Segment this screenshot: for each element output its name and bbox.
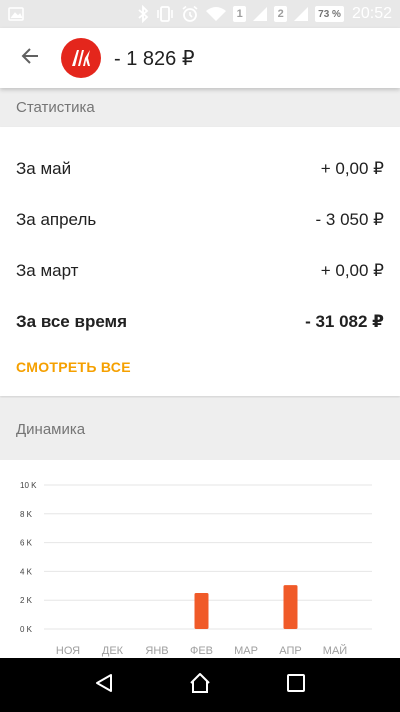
x-tick-label: АПР [279, 645, 301, 657]
x-tick-label: ФЕВ [190, 645, 213, 657]
arrow-left-icon [20, 46, 40, 71]
y-tick-label: 10 K [20, 481, 37, 490]
chart-bar [194, 593, 209, 629]
balance-amount: - 1 826 ₽ [114, 47, 195, 70]
system-nav-bar [0, 658, 400, 712]
dynamics-section-title: Динамика [16, 420, 86, 438]
stat-row-april: За апрель - 3 050 ₽ [16, 205, 384, 235]
stat-label: За март [16, 261, 79, 280]
y-tick-label: 6 K [20, 539, 33, 548]
view-all-button[interactable]: СМОТРЕТЬ ВСЕ [16, 359, 131, 375]
stat-row-may: За май + 0,00 ₽ [16, 154, 384, 184]
stats-section-title: Статистика [16, 98, 95, 116]
dynamics-chart: 0 K 2 K 4 K 6 K 8 K 10 K НОЯ ДЕК ЯНВ ФЕВ МАР АПР МАЙ [20, 481, 372, 657]
stat-value: - 3 050 ₽ [315, 210, 384, 229]
back-button[interactable] [0, 28, 60, 88]
sim2-badge: 2 [274, 6, 288, 22]
status-bar: 1 2 73 % 20:52 [0, 0, 400, 28]
stat-value: - 31 082 ₽ [305, 312, 384, 331]
home-icon [188, 671, 212, 700]
x-tick-label: НОЯ [56, 645, 80, 657]
y-tick-label: 4 K [20, 567, 33, 576]
nav-home-button[interactable] [178, 663, 222, 707]
x-tick-label: МАР [234, 645, 258, 657]
lukoil-logo-mark [72, 50, 90, 66]
wifi-icon [205, 6, 227, 22]
stats-card: За май + 0,00 ₽ За апрель - 3 050 ₽ За м… [0, 127, 400, 396]
x-tick-label: ЯНВ [145, 645, 168, 657]
stat-label: За май [16, 159, 72, 178]
chart-bar [283, 585, 298, 629]
stat-row-march: За март + 0,00 ₽ [16, 256, 384, 286]
dynamics-section-header: Динамика [0, 398, 400, 460]
x-tick-label: ДЕК [102, 645, 124, 657]
stat-row-all-time: За все время - 31 082 ₽ [16, 307, 384, 337]
battery-indicator: 73 % [315, 6, 344, 22]
square-recents-icon [286, 673, 306, 698]
bluetooth-icon [137, 5, 149, 23]
nav-back-button[interactable] [82, 663, 126, 707]
image-icon [8, 7, 24, 21]
y-tick-label: 8 K [20, 510, 33, 519]
signal-icon [252, 6, 268, 22]
signal-icon [293, 6, 309, 22]
alarm-icon [181, 5, 199, 23]
clock: 20:52 [351, 5, 392, 22]
stat-value: + 0,00 ₽ [320, 261, 384, 280]
x-tick-label: МАЙ [323, 644, 347, 657]
stat-label: За все время [16, 312, 128, 331]
stat-label: За апрель [16, 210, 97, 229]
dynamics-chart-card: 0 K 2 K 4 K 6 K 8 K 10 K НОЯ ДЕК ЯНВ ФЕВ МАР АПР МАЙ [0, 460, 400, 658]
app-bar: - 1 826 ₽ [0, 28, 400, 88]
nav-recents-button[interactable] [274, 663, 318, 707]
stat-value: + 0,00 ₽ [320, 159, 384, 178]
y-tick-label: 0 K [20, 625, 33, 634]
stats-section-header: Статистика [0, 88, 400, 126]
sim1-badge: 1 [233, 6, 247, 22]
triangle-back-icon [93, 672, 115, 699]
vibrate-icon [155, 6, 175, 22]
lukoil-logo [61, 38, 101, 78]
y-tick-label: 2 K [20, 596, 33, 605]
